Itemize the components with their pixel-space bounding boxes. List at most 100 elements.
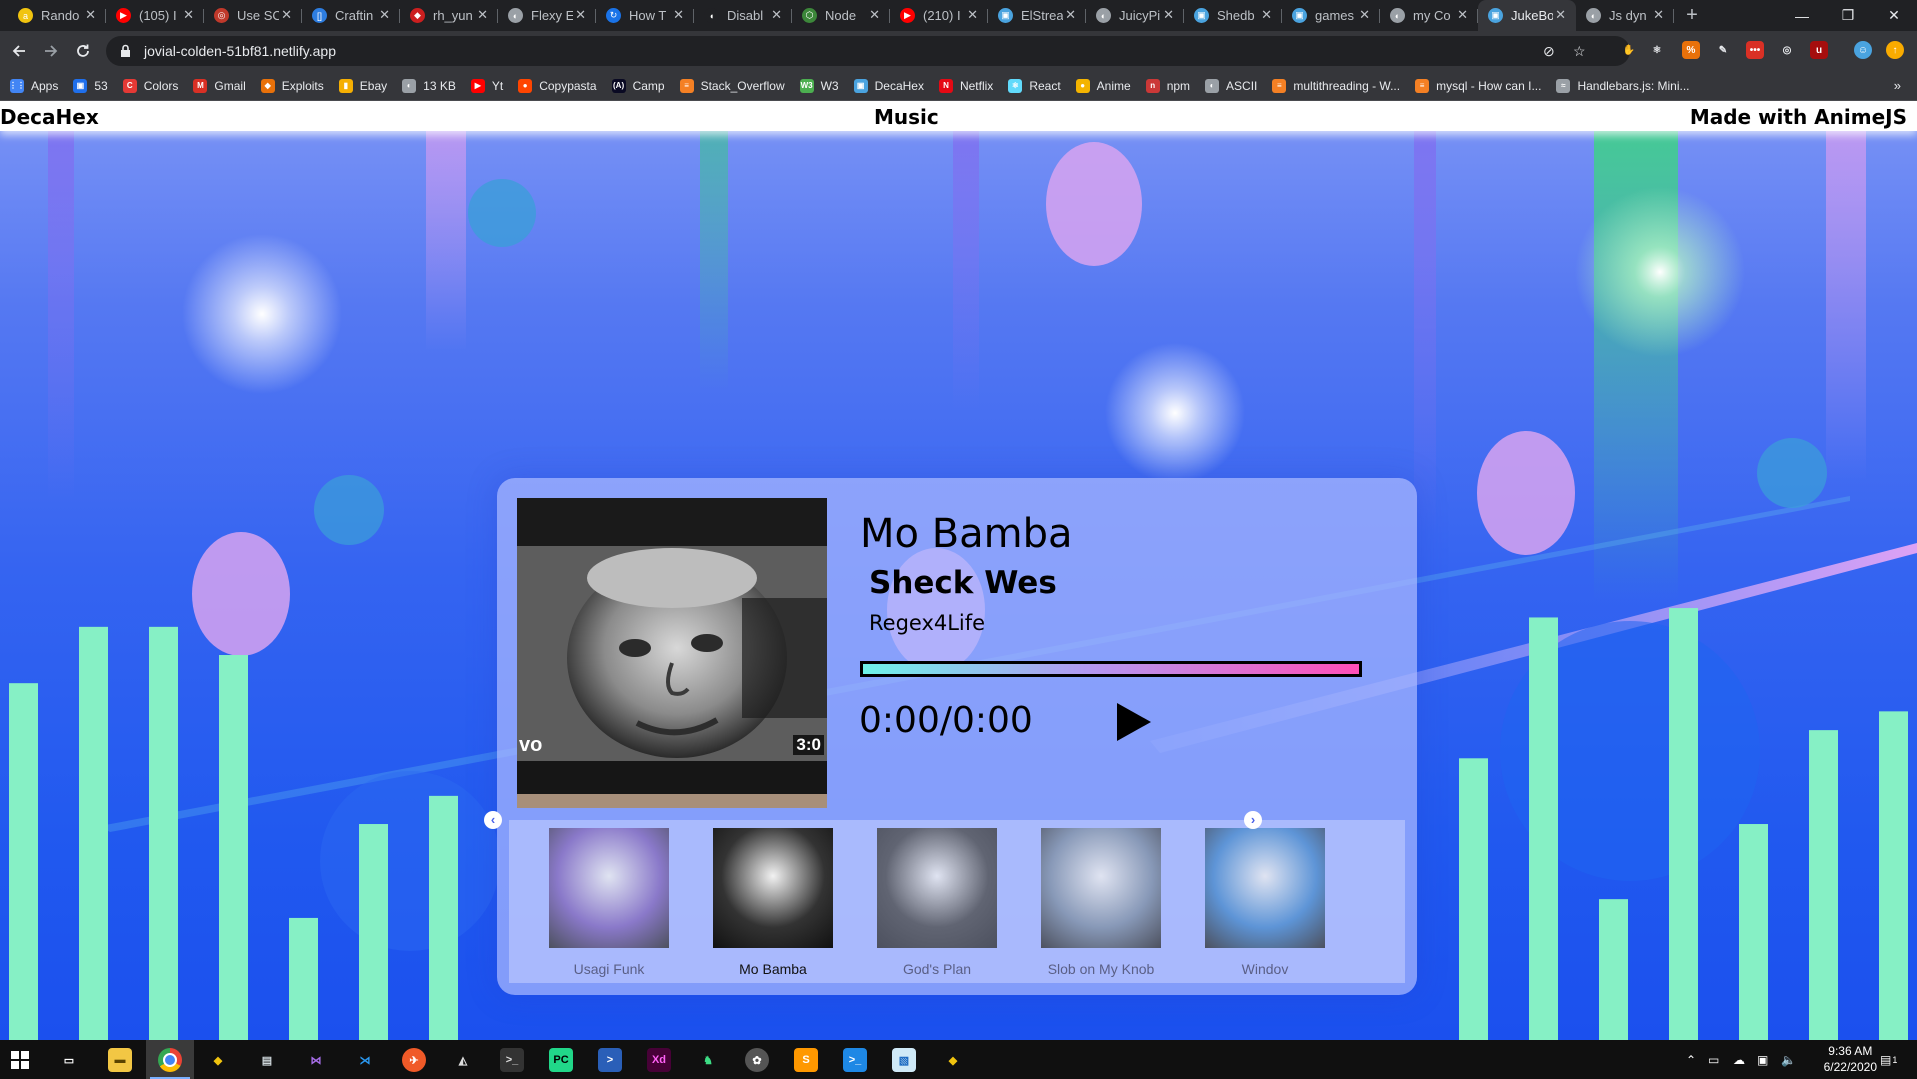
browser-tab[interactable]: [] Craftin ✕ [302,0,400,31]
restore-button[interactable]: ❐ [1825,0,1871,31]
browser-tab[interactable]: ◆ rh_yun ✕ [400,0,498,31]
tab-close-icon[interactable]: ✕ [1359,7,1370,23]
bookmark-item[interactable]: ≈ Handlebars.js: Mini... [1556,78,1690,93]
browser-tab[interactable]: ▣ Shedb ✕ [1184,0,1282,31]
bookmark-item[interactable]: ▶ Yt [470,78,503,93]
tab-close-icon[interactable]: ✕ [771,7,782,23]
close-window-button[interactable]: ✕ [1871,0,1917,31]
network-icon[interactable]: ▣ [1757,1040,1768,1079]
notes-app-icon[interactable]: ▧ [892,1048,916,1072]
extension-react-icon[interactable]: ⚛ [1648,41,1666,59]
git-app-icon[interactable]: ◆ [941,1048,965,1072]
brand-link[interactable]: DecaHex [0,105,99,129]
forward-button[interactable] [39,39,63,63]
browser-tab[interactable]: ◐ Flexy E ✕ [498,0,596,31]
gitkraken-green-icon[interactable]: ♞ [696,1048,720,1072]
browser-tab[interactable]: ▣ games ✕ [1282,0,1380,31]
tab-close-icon[interactable]: ✕ [477,7,488,23]
tab-close-icon[interactable]: ✕ [1163,7,1174,23]
queue-prev-button[interactable]: ‹ [484,811,502,829]
bookmark-item[interactable]: (A) Camp [611,78,665,93]
bookmark-item[interactable]: ≡ multithreading - W... [1272,78,1400,93]
powershell-icon[interactable]: > [598,1048,622,1072]
tab-close-icon[interactable]: ✕ [379,7,390,23]
reload-button[interactable] [71,39,95,63]
browser-tab[interactable]: ◐ Js dyn ✕ [1576,0,1674,31]
bookmark-item[interactable]: ≡ Stack_Overflow [679,78,785,93]
battery-icon[interactable]: ▭ [1708,1040,1719,1079]
queue-item[interactable]: Mo Bamba [713,828,833,977]
tab-close-icon[interactable]: ✕ [1261,7,1272,23]
bookmark-item[interactable]: ≡ mysql - How can I... [1415,78,1541,93]
bookmark-item[interactable]: ● Copypasta [518,78,597,93]
bookmark-item[interactable]: ⋮⋮ Apps [9,78,58,93]
pycharm-icon[interactable]: PC [549,1048,573,1072]
task-view-icon[interactable]: ▭ [57,1048,81,1072]
queue-next-button[interactable]: › [1244,811,1262,829]
visual-studio-icon[interactable]: ⋈ [304,1048,328,1072]
windows-start-icon[interactable] [8,1048,32,1072]
browser-tab[interactable]: ◎ Use SC ✕ [204,0,302,31]
postman-icon[interactable]: ✈ [402,1048,426,1072]
queue-item[interactable]: Usagi Funk [549,828,669,977]
browser-tab[interactable]: ◐ JuicyPi ✕ [1086,0,1184,31]
profile-avatar[interactable]: ☺ [1854,41,1872,59]
browser-tab[interactable]: ⬡ Node ✕ [792,0,890,31]
sublime-text-icon[interactable]: S [794,1048,818,1072]
tab-close-icon[interactable]: ✕ [1065,7,1076,23]
bookmark-item[interactable]: ▮ Ebay [338,78,387,93]
browser-tab[interactable]: ▣ ElStrea ✕ [988,0,1086,31]
bookmark-item[interactable]: n npm [1145,78,1190,93]
queue-item[interactable]: Slob on My Knob [1041,828,1161,977]
tab-close-icon[interactable]: ✕ [1457,7,1468,23]
git-kraken-icon[interactable]: ◆ [206,1048,230,1072]
browser-tab[interactable]: ▶ (210) I ✕ [890,0,988,31]
notification-center-icon[interactable]: ▤ 1 [1880,1040,1897,1079]
tab-close-icon[interactable]: ✕ [1653,7,1664,23]
bookmark-star-icon[interactable]: ☆ [1573,43,1586,60]
extension-ublock-icon[interactable]: u [1810,41,1828,59]
bookmark-item[interactable]: M Gmail [193,78,246,93]
progress-bar[interactable] [860,661,1362,677]
browser-tab[interactable]: ▶ (105) I ✕ [106,0,204,31]
vscode-icon[interactable]: ⋊ [353,1048,377,1072]
chrome-update-icon[interactable]: ↑ [1886,41,1904,59]
browser-tab[interactable]: ↻ How T ✕ [596,0,694,31]
tab-close-icon[interactable]: ✕ [673,7,684,23]
tab-close-icon[interactable]: ✕ [575,7,586,23]
extension-pen-icon[interactable]: ✎ [1714,41,1732,59]
bookmark-item[interactable]: W3 W3 [799,78,839,93]
back-button[interactable] [7,39,31,63]
tab-close-icon[interactable]: ✕ [869,7,880,23]
tab-close-icon[interactable]: ✕ [1555,7,1566,23]
browser-tab[interactable]: a Rando ✕ [8,0,106,31]
terminal-icon[interactable]: >_ [500,1048,524,1072]
extension-target-icon[interactable]: ◎ [1778,41,1796,59]
browser-tab[interactable]: ▣ JukeBo ✕ [1478,0,1576,31]
extension-percent-icon[interactable]: % [1682,41,1700,59]
tab-close-icon[interactable]: ✕ [281,7,292,23]
new-tab-button[interactable]: + [1674,0,1710,31]
bookmark-item[interactable]: ◐ 13 KB [402,78,456,93]
tab-close-icon[interactable]: ✕ [183,7,194,23]
bookmark-item[interactable]: N Netflix [938,78,993,93]
bookmark-item[interactable]: C Colors [122,78,178,93]
adobe-xd-icon[interactable]: Xd [647,1048,671,1072]
browser-tab[interactable]: ◖ Disabl ✕ [694,0,792,31]
minimize-button[interactable]: — [1779,0,1825,31]
play-button[interactable] [1113,702,1153,742]
files-app-icon[interactable]: ▤ [255,1048,279,1072]
extension-hand-icon[interactable]: ✋ [1620,41,1638,59]
file-explorer-icon[interactable]: ▬ [108,1048,132,1072]
davinci-icon[interactable]: ✿ [745,1048,769,1072]
bookmark-item[interactable]: ● Anime [1075,78,1131,93]
azure-data-icon[interactable]: >_ [843,1048,867,1072]
unity-icon[interactable]: ◭ [451,1048,475,1072]
queue-item[interactable]: God's Plan [877,828,997,977]
queue-item[interactable]: Windov [1205,828,1325,977]
bookmarks-overflow-button[interactable]: » [1894,78,1901,93]
tab-close-icon[interactable]: ✕ [85,7,96,23]
bookmark-item[interactable]: ◆ Exploits [260,78,324,93]
tray-chevron-icon[interactable]: ⌃ [1686,1040,1696,1079]
tab-close-icon[interactable]: ✕ [967,7,978,23]
